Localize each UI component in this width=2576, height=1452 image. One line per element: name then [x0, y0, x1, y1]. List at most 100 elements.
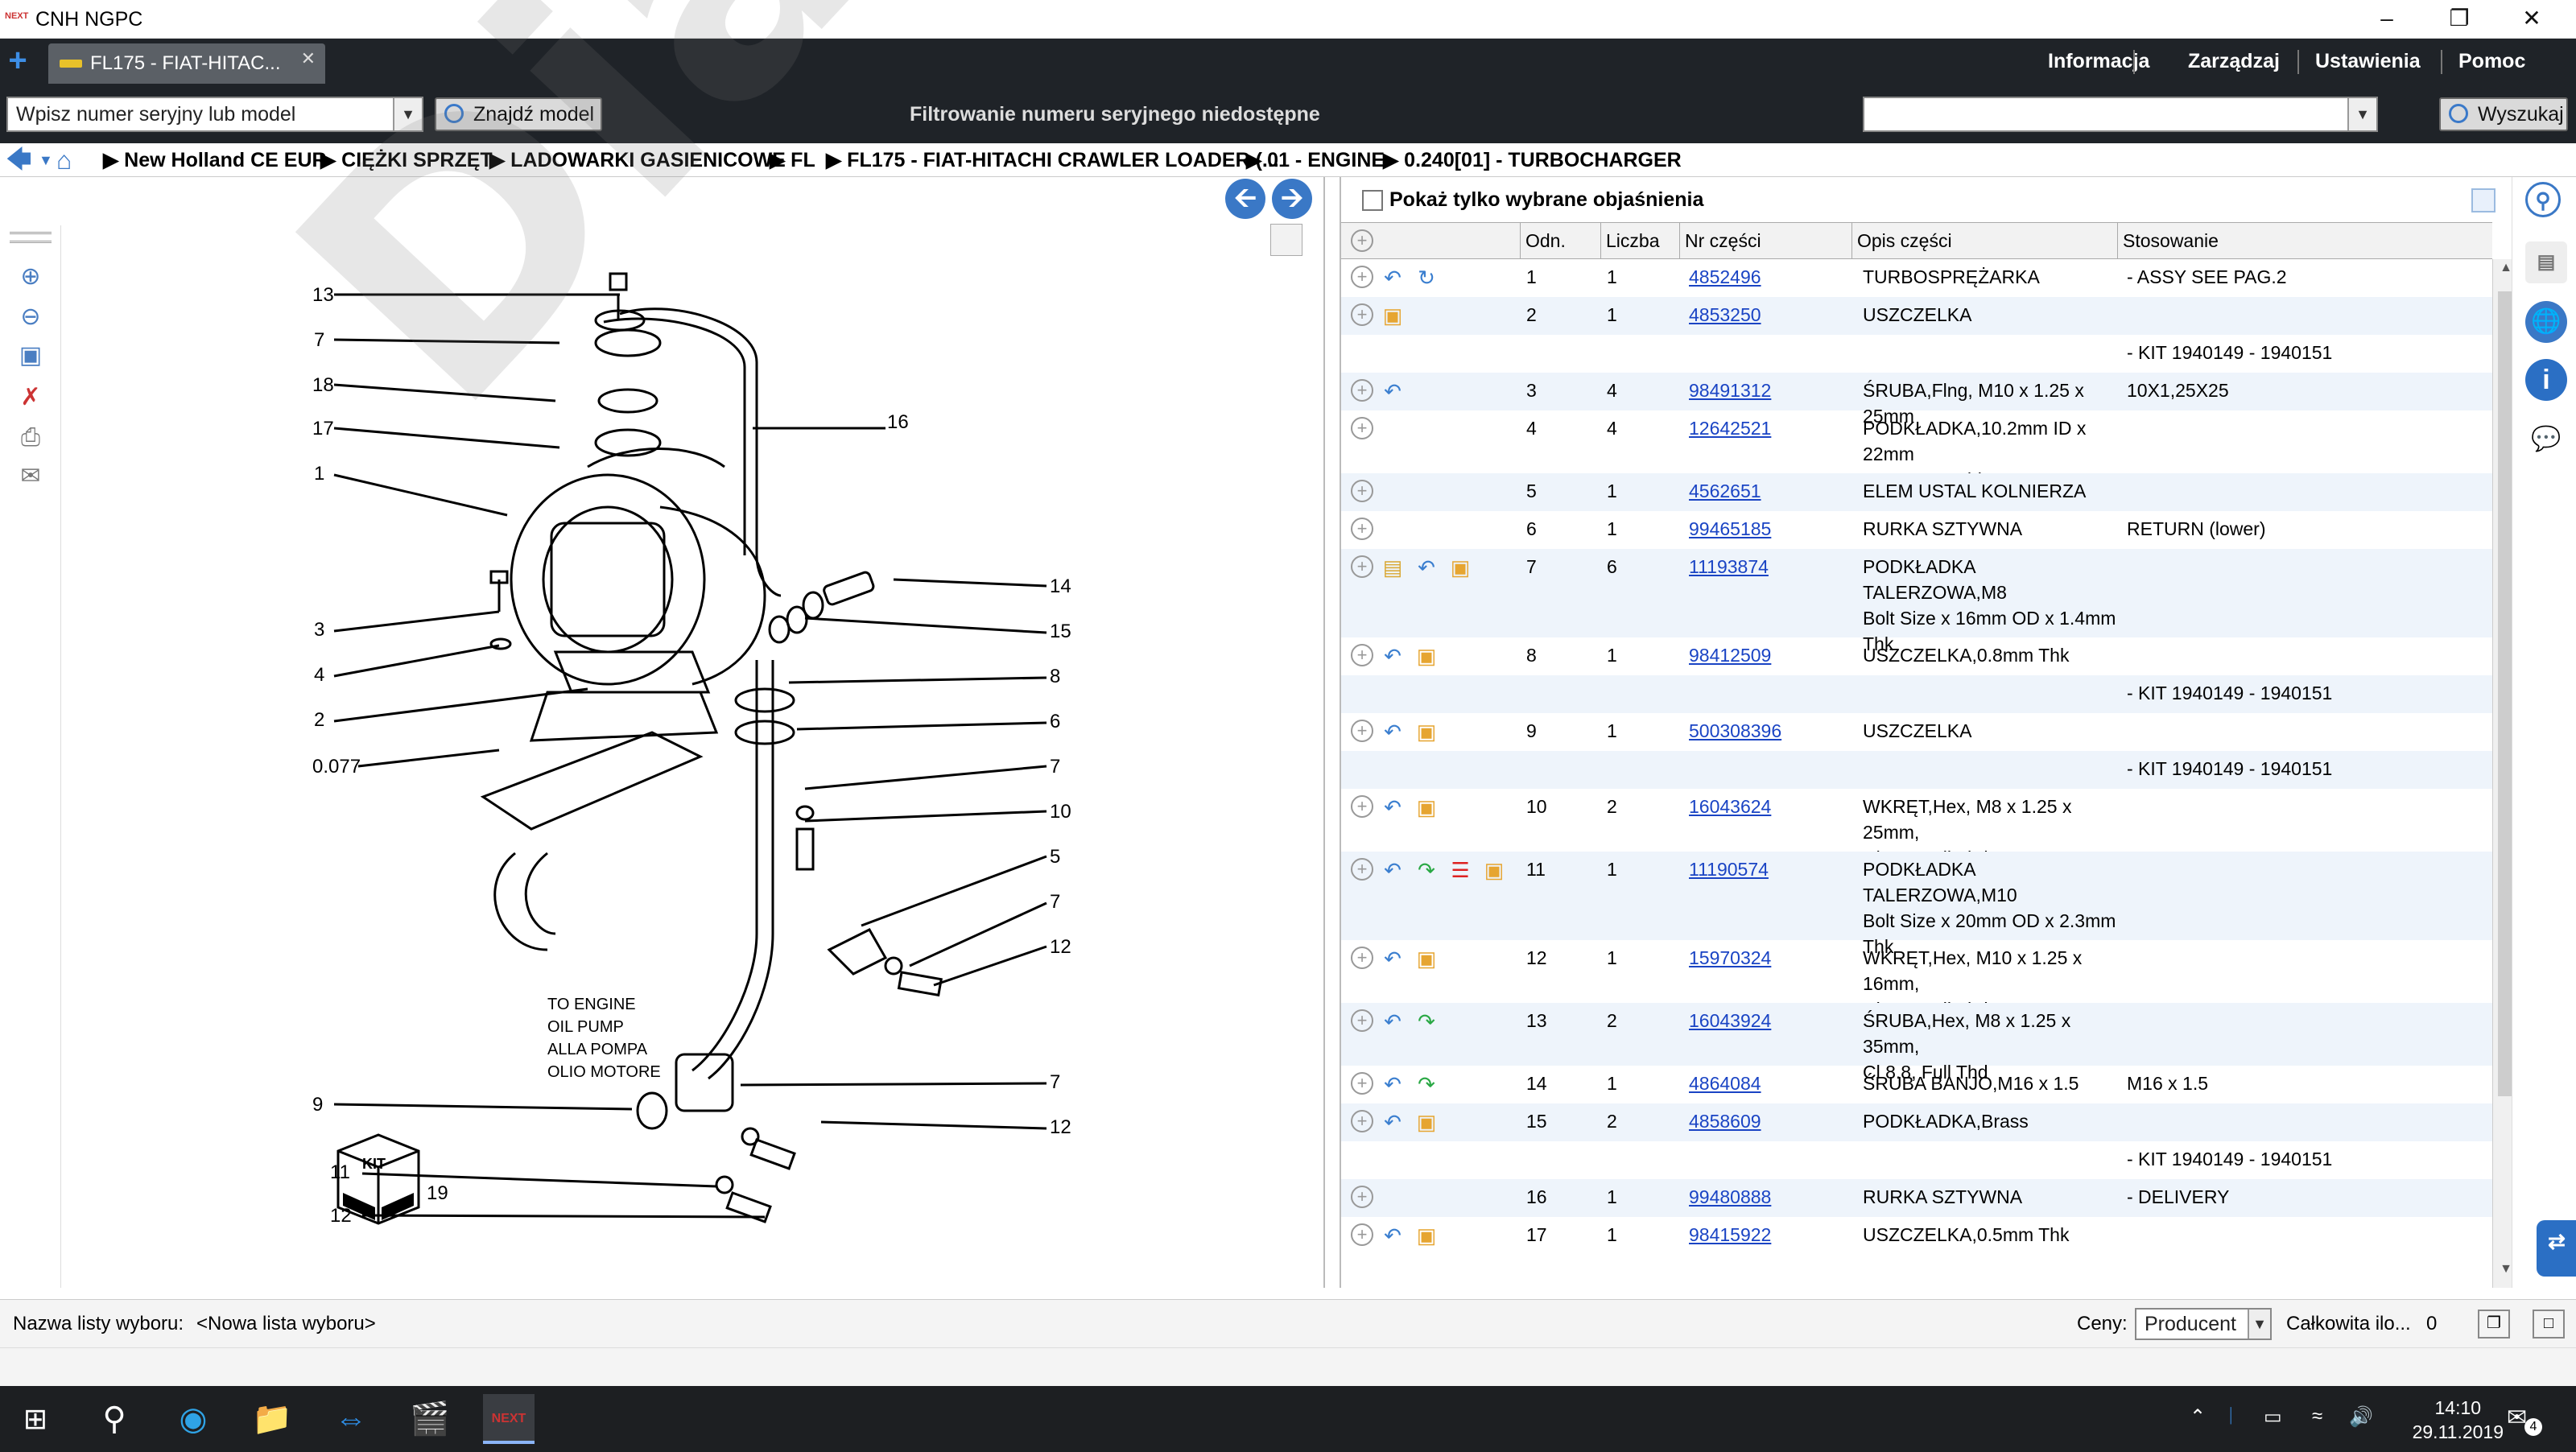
table-row[interactable]: +4412642521PODKŁADKA,10.2mm ID x 22mmOD …: [1341, 410, 2492, 490]
chat-icon[interactable]: 💬: [2525, 419, 2567, 460]
email-icon[interactable]: ✉: [14, 460, 47, 493]
back-icon[interactable]: ↶: [1380, 1223, 1406, 1248]
breadcrumb-item-category[interactable]: ▶ CIĘŻKI SPRZĘT: [320, 143, 493, 177]
expand-row-icon[interactable]: +: [1351, 1186, 1373, 1208]
expand-row-icon[interactable]: +: [1351, 480, 1373, 502]
expand-row-icon[interactable]: +: [1351, 417, 1373, 439]
catalog-icon[interactable]: ▤: [2525, 241, 2567, 283]
edge-icon[interactable]: ◉: [167, 1394, 219, 1444]
battery-icon[interactable]: ▭: [2264, 1405, 2282, 1429]
print-icon[interactable]: ⎙: [14, 422, 47, 454]
box-icon[interactable]: ▣: [1414, 644, 1439, 668]
expand-row-icon[interactable]: +: [1351, 1072, 1373, 1095]
fwd-icon[interactable]: ↷: [1414, 858, 1439, 882]
expand-row-icon[interactable]: +: [1351, 1223, 1373, 1246]
back-icon[interactable]: ↶: [1380, 858, 1406, 882]
grip-icon[interactable]: [10, 232, 52, 243]
pick-list-value[interactable]: <Nowa lista wyboru>: [196, 1300, 376, 1348]
table-row[interactable]: + ↶ ▣ 9 1 500308396 USZCZELKA: [1341, 713, 2492, 751]
window-mode-icon[interactable]: ❐: [2478, 1310, 2510, 1339]
breadcrumb-item-family[interactable]: ▶ FL: [770, 143, 815, 177]
part-number-link[interactable]: 500308396: [1689, 718, 1850, 744]
clear-zoom-icon[interactable]: ✗: [14, 382, 47, 414]
expand-row-icon[interactable]: +: [1351, 795, 1373, 818]
home-icon[interactable]: ⌂: [56, 143, 72, 177]
col-ref[interactable]: Odn.: [1520, 223, 1600, 258]
fit-to-window-icon[interactable]: ▣: [14, 340, 47, 372]
back-icon[interactable]: ↶: [1380, 379, 1406, 403]
search-input[interactable]: ▼: [1863, 97, 2378, 132]
part-number-link[interactable]: 12642521: [1689, 415, 1850, 441]
search-button[interactable]: Wyszukaj: [2439, 97, 2568, 131]
part-number-link[interactable]: 16043924: [1689, 1008, 1850, 1033]
part-number-link[interactable]: 98491312: [1689, 377, 1850, 403]
note-icon[interactable]: ▤: [1380, 555, 1406, 580]
file-explorer-icon[interactable]: 📁: [246, 1394, 298, 1444]
breadcrumb-item-brand[interactable]: ▶ New Holland CE EUR: [103, 143, 327, 177]
back-arrow-icon[interactable]: 🡄: [6, 143, 31, 177]
box-icon[interactable]: ▣: [1414, 1110, 1439, 1134]
media-player-icon[interactable]: 🎬: [404, 1394, 456, 1444]
chevron-down-icon[interactable]: ▼: [2248, 1310, 2270, 1339]
back-icon[interactable]: ↶: [1380, 644, 1406, 668]
table-row[interactable]: +16 1 99480888 RURKA SZTYWNA - DELIVERY: [1341, 1179, 2492, 1217]
ref-icon[interactable]: ↻: [1414, 266, 1439, 290]
back-icon[interactable]: ↶: [1414, 555, 1439, 580]
search-icon[interactable]: ⚲: [2525, 182, 2561, 217]
history-dropdown-icon[interactable]: ▼: [39, 143, 53, 177]
part-number-link[interactable]: 16043624: [1689, 794, 1850, 819]
restore-button[interactable]: ❐: [2423, 0, 2496, 39]
tray-chevron-icon[interactable]: ⌃: [2190, 1405, 2206, 1429]
clock[interactable]: 14:10 29.11.2019: [2413, 1396, 2504, 1444]
chevron-down-icon[interactable]: ▼: [2347, 98, 2376, 130]
table-row-note[interactable]: - KIT 1940149 - 1940151: [1341, 675, 2492, 713]
expand-row-icon[interactable]: +: [1351, 518, 1373, 540]
part-number-link[interactable]: 99465185: [1689, 516, 1850, 542]
back-icon[interactable]: ↶: [1380, 1110, 1406, 1134]
part-number-link[interactable]: 11193874: [1689, 554, 1850, 580]
expand-row-icon[interactable]: +: [1351, 644, 1373, 666]
columns-icon[interactable]: [2471, 188, 2496, 212]
show-only-checkbox[interactable]: [1362, 190, 1383, 211]
search-icon[interactable]: ⚲: [89, 1394, 140, 1444]
table-row-note[interactable]: - KIT 1940149 - 1940151: [1341, 335, 2492, 373]
expand-row-icon[interactable]: +: [1351, 379, 1373, 402]
table-row[interactable]: + ↶ ↷ 14 1 4864084 ŚRUBA BANJO,M16 x 1.5 M16 x …: [1341, 1066, 2492, 1103]
col-description[interactable]: Opis części: [1852, 223, 2117, 258]
expand-row-icon[interactable]: +: [1351, 947, 1373, 969]
table-row[interactable]: + ▤ ↶ ▣ 7 6 11193874 PODKŁADKA TALERZOWA,M8 Bolt…: [1341, 549, 2492, 654]
wifi-icon[interactable]: ≈: [2312, 1405, 2322, 1428]
table-row[interactable]: +5 1 4562651 ELEM USTAL KOLNIERZA: [1341, 473, 2492, 511]
box-icon[interactable]: ▣: [1447, 555, 1473, 580]
expand-row-icon[interactable]: +: [1351, 266, 1373, 288]
back-icon[interactable]: ↶: [1380, 1072, 1406, 1096]
part-number-link[interactable]: 98412509: [1689, 642, 1850, 668]
new-tab-button[interactable]: +: [3, 44, 32, 77]
box-icon[interactable]: ▣: [1414, 795, 1439, 819]
back-icon[interactable]: ↶: [1380, 1009, 1406, 1033]
box-icon[interactable]: ▣: [1481, 858, 1507, 882]
expand-row-icon[interactable]: +: [1351, 303, 1373, 326]
tab-fl175[interactable]: FL175 - FIAT-HITAC... ✕: [48, 43, 325, 84]
globe-icon[interactable]: 🌐: [2525, 301, 2567, 343]
notifications-icon[interactable]: ✉ 4: [2507, 1404, 2542, 1436]
table-row[interactable]: + ↶ ▣ 8 1 98412509 USZCZELKA,0.8mm Thk: [1341, 637, 2492, 675]
table-row[interactable]: + ↶ 3 4 98491312 ŚRUBA,Flng, M10 x 1.25 x 25m…: [1341, 373, 2492, 427]
table-row-note[interactable]: - KIT 1940149 - 1940151: [1341, 751, 2492, 789]
table-row[interactable]: + ↶ ▣ 17 1 98415922 USZCZELKA,0.5mm Thk: [1341, 1217, 2492, 1255]
chevron-down-icon[interactable]: ▼: [393, 98, 422, 130]
table-row[interactable]: +6 1 99465185 RURKA SZTYWNA RETURN (lower): [1341, 511, 2492, 549]
expand-row-icon[interactable]: +: [1351, 1009, 1373, 1032]
breadcrumb-item-section[interactable]: ▶ 0.240[01] - TURBOCHARGER: [1383, 143, 1682, 177]
expand-row-icon[interactable]: +: [1351, 720, 1373, 742]
close-button[interactable]: ✕: [2496, 0, 2568, 39]
expand-row-icon[interactable]: +: [1351, 1110, 1373, 1132]
part-number-link[interactable]: 4852496: [1689, 264, 1850, 290]
back-icon[interactable]: ↶: [1380, 795, 1406, 819]
expand-row-icon[interactable]: +: [1351, 555, 1373, 578]
zoom-in-icon[interactable]: ⊕: [14, 261, 47, 293]
box-icon[interactable]: ▣: [1414, 947, 1439, 971]
zoom-out-icon[interactable]: ⊖: [14, 301, 47, 333]
expand-row-icon[interactable]: +: [1351, 858, 1373, 881]
col-qty[interactable]: Liczba: [1600, 223, 1679, 258]
